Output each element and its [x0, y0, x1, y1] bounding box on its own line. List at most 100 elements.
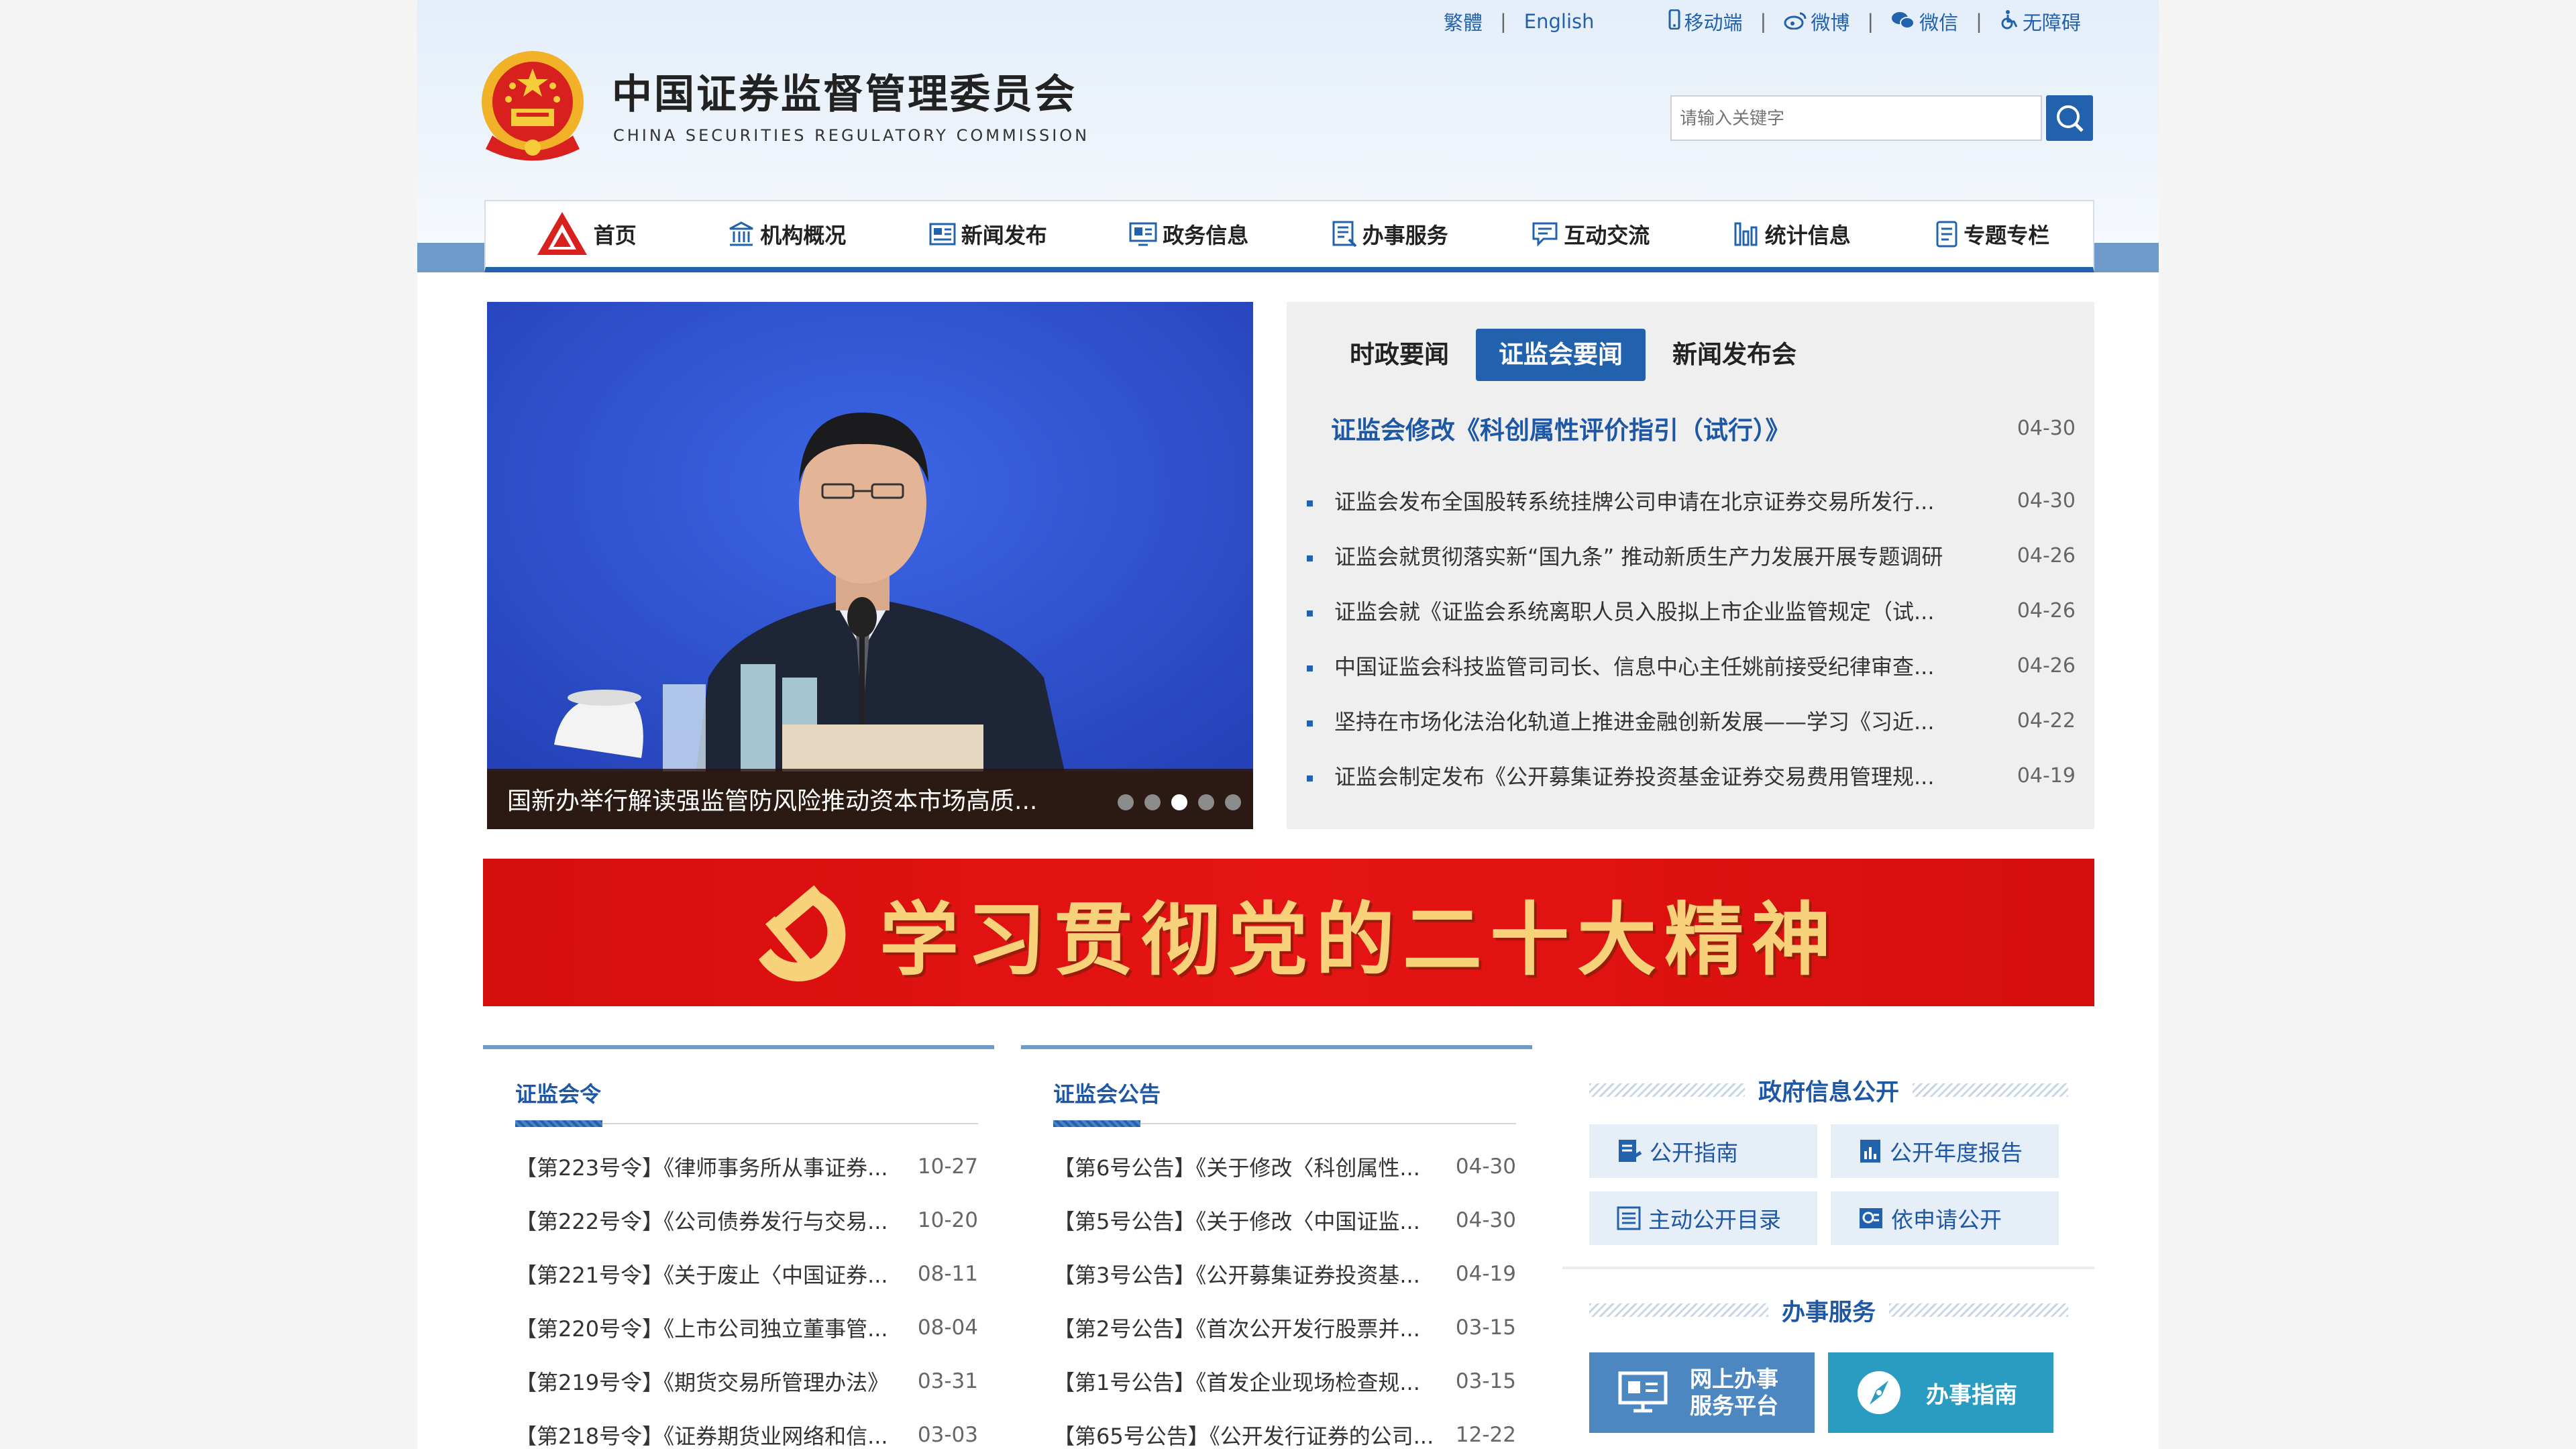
header: 繁體 | English 移动端 | 微博 | 微信 | 无障碍 中国证券监督管…	[417, 0, 2159, 272]
tab-press-conference[interactable]: 新闻发布会	[1650, 329, 1819, 381]
section-title[interactable]: 证监会公告	[1053, 1077, 1161, 1108]
carousel-dot-active[interactable]	[1171, 794, 1187, 810]
list-item[interactable]: 【第220号令】《上市公司独立董事管... 08-04	[515, 1311, 978, 1344]
nav-label: 首页	[593, 223, 637, 248]
order-title[interactable]: 【第219号令】《期货交易所管理办法》	[515, 1366, 889, 1397]
carousel-dot[interactable]	[1198, 794, 1214, 810]
news-carousel[interactable]: 国新办举行解读强监管防风险推动资本市场高质...	[487, 302, 1253, 829]
news-title[interactable]: 证监会发布全国股转系统挂牌公司申请在北京证券交易所发行...	[1334, 489, 1935, 515]
computer-icon	[1618, 1371, 1668, 1413]
button-label: 主动公开目录	[1648, 1207, 1781, 1233]
accessibility-link[interactable]: 无障碍	[2000, 7, 2081, 36]
disclosure-guide-button[interactable]: 公开指南	[1589, 1124, 1817, 1178]
list-item[interactable]: 【第1号公告】《首发企业现场检查规... 03-15	[1053, 1364, 1516, 1398]
announcement-date: 12-22	[1455, 1423, 1516, 1447]
national-emblem-icon[interactable]	[479, 48, 586, 161]
list-item[interactable]: 证监会制定发布《公开募集证券投资基金证券交易费用管理规... 04-19	[1307, 758, 2076, 793]
news-title[interactable]: 坚持在市场化法治化轨道上推进金融创新发展——学习《习近...	[1334, 709, 1935, 735]
list-item[interactable]: 【第5号公告】《关于修改〈中国证监... 04-30	[1053, 1203, 1516, 1237]
nav-government-info[interactable]: 政务信息	[1089, 201, 1290, 267]
nav-statistics[interactable]: 统计信息	[1691, 201, 1892, 267]
request-disclosure-button[interactable]: 依申请公开	[1831, 1191, 2059, 1245]
news-title[interactable]: 证监会就贯彻落实新“国九条” 推动新质生产力发展开展专题调研	[1334, 544, 1943, 570]
traditional-chinese-link[interactable]: 繁體	[1444, 7, 1483, 36]
order-title[interactable]: 【第223号令】《律师事务所从事证券...	[515, 1151, 888, 1182]
list-item[interactable]: 【第221号令】《关于废止〈中国证券... 08-11	[515, 1257, 978, 1291]
bullet-icon	[1307, 720, 1313, 727]
list-item[interactable]: 【第219号令】《期货交易所管理办法》 03-31	[515, 1364, 978, 1398]
carousel-dot[interactable]	[1144, 794, 1161, 810]
search-icon	[2057, 105, 2084, 132]
building-icon	[729, 221, 753, 246]
order-title[interactable]: 【第221号令】《关于废止〈中国证券...	[515, 1258, 888, 1289]
carousel-caption[interactable]: 国新办举行解读强监管防风险推动资本市场高质...	[507, 782, 1037, 816]
list-item[interactable]: 【第6号公告】《关于修改〈科创属性... 04-30	[1053, 1150, 1516, 1183]
tab-current-affairs[interactable]: 时政要闻	[1327, 329, 1472, 381]
english-link[interactable]: English	[1524, 10, 1595, 33]
nav-label: 专题专栏	[1964, 223, 2050, 248]
list-item[interactable]: 证监会就《证监会系统离职人员入股拟上市企业监管规定（试... 04-26	[1307, 593, 2076, 628]
order-title[interactable]: 【第220号令】《上市公司独立董事管...	[515, 1312, 888, 1343]
annual-report-button[interactable]: 公开年度报告	[1831, 1124, 2059, 1178]
online-service-platform-button[interactable]: 网上办事 服务平台	[1589, 1352, 1815, 1433]
press-conference-photo[interactable]	[487, 302, 1253, 829]
announcement-title[interactable]: 【第2号公告】《首次公开发行股票并...	[1053, 1312, 1420, 1343]
compass-icon	[1858, 1371, 1900, 1414]
announcement-date: 04-19	[1455, 1262, 1516, 1286]
proactive-catalog-button[interactable]: 主动公开目录	[1589, 1191, 1817, 1245]
site-title[interactable]: 中国证券监督管理委员会	[612, 62, 1077, 120]
news-title[interactable]: 证监会就《证监会系统离职人员入股拟上市企业监管规定（试...	[1334, 599, 1935, 625]
nav-home[interactable]: 首页	[486, 201, 687, 267]
title-accent	[1053, 1120, 1140, 1127]
tab-csrc-news[interactable]: 证监会要闻	[1476, 329, 1646, 381]
list-item[interactable]: 证监会发布全国股转系统挂牌公司申请在北京证券交易所发行... 04-30	[1307, 483, 2076, 518]
list-item[interactable]: 【第3号公告】《公开募集证券投资基... 04-19	[1053, 1257, 1516, 1291]
nav-news-release[interactable]: 新闻发布	[888, 201, 1089, 267]
announcement-title[interactable]: 【第6号公告】《关于修改〈科创属性...	[1053, 1151, 1420, 1182]
announcement-title[interactable]: 【第5号公告】《关于修改〈中国证监...	[1053, 1205, 1420, 1236]
banner-title: 学习贯彻党的二十大精神	[879, 893, 1839, 986]
list-item[interactable]: 证监会就贯彻落实新“国九条” 推动新质生产力发展开展专题调研 04-26	[1307, 538, 2076, 573]
nav-institution[interactable]: 机构概况	[687, 201, 888, 267]
separator: |	[1760, 10, 1767, 33]
list-item[interactable]: 【第222号令】《公司债券发行与交易... 10-20	[515, 1203, 978, 1237]
list-item[interactable]: 【第65号公告】《公开发行证券的公司... 12-22	[1053, 1418, 1516, 1449]
section-title[interactable]: 证监会令	[515, 1077, 601, 1108]
announcement-date: 03-15	[1455, 1316, 1516, 1340]
nav-services[interactable]: 办事服务	[1289, 201, 1491, 267]
list-item[interactable]: 坚持在市场化法治化轨道上推进金融创新发展——学习《习近... 04-22	[1307, 703, 2076, 738]
news-title[interactable]: 证监会制定发布《公开募集证券投资基金证券交易费用管理规...	[1334, 764, 1935, 790]
section-title[interactable]: 办事服务	[1768, 1293, 1889, 1328]
headline-title[interactable]: 证监会修改《科创属性评价指引（试行）》	[1331, 410, 1790, 446]
section-title[interactable]: 政府信息公开	[1745, 1073, 1913, 1108]
service-guide-button[interactable]: 办事指南	[1828, 1352, 2053, 1433]
news-date: 04-26	[2017, 653, 2076, 678]
nav-interaction[interactable]: 互动交流	[1491, 201, 1692, 267]
news-title[interactable]: 中国证监会科技监管司司长、信息中心主任姚前接受纪律审查...	[1334, 654, 1935, 680]
headline-row[interactable]: 证监会修改《科创属性评价指引（试行）》 04-30	[1331, 409, 2076, 447]
search-button[interactable]	[2046, 95, 2093, 141]
list-item[interactable]: 中国证监会科技监管司司长、信息中心主任姚前接受纪律审查... 04-26	[1307, 648, 2076, 683]
list-item[interactable]: 【第218号令】《证券期货业网络和信... 03-03	[515, 1418, 978, 1449]
announcement-title[interactable]: 【第3号公告】《公开募集证券投资基...	[1053, 1258, 1420, 1289]
nav-special-topics[interactable]: 专题专栏	[1892, 201, 2094, 267]
document-list-icon	[1332, 221, 1357, 248]
list-item[interactable]: 【第223号令】《律师事务所从事证券... 10-27	[515, 1150, 978, 1183]
list-item[interactable]: 【第2号公告】《首次公开发行股票并... 03-15	[1053, 1311, 1516, 1344]
right-sidebar: 政府信息公开 公开指南 公开年度报告 主动公开目录 依申请公开 办事服务 网上办…	[1562, 1045, 2094, 1449]
announcement-title[interactable]: 【第1号公告】《首发企业现场检查规...	[1053, 1366, 1420, 1397]
search-input[interactable]	[1670, 95, 2042, 141]
wechat-link[interactable]: 微信	[1891, 7, 1958, 36]
order-title[interactable]: 【第218号令】《证券期货业网络和信...	[515, 1419, 888, 1449]
carousel-dot[interactable]	[1118, 794, 1134, 810]
service-guide-label: 办事指南	[1926, 1381, 2017, 1409]
weibo-link[interactable]: 微博	[1784, 7, 1849, 36]
announcement-title[interactable]: 【第65号公告】《公开发行证券的公司...	[1053, 1419, 1434, 1449]
button-label: 依申请公开	[1891, 1207, 2002, 1233]
platform-label-line1: 网上办事	[1690, 1366, 1778, 1392]
carousel-dot[interactable]	[1225, 794, 1241, 810]
mobile-link[interactable]: 移动端	[1668, 7, 1743, 36]
gov-info-header: 政府信息公开	[1589, 1073, 2069, 1108]
party-congress-banner[interactable]: 学习贯彻党的二十大精神	[483, 859, 2094, 1006]
order-title[interactable]: 【第222号令】《公司债券发行与交易...	[515, 1205, 888, 1236]
